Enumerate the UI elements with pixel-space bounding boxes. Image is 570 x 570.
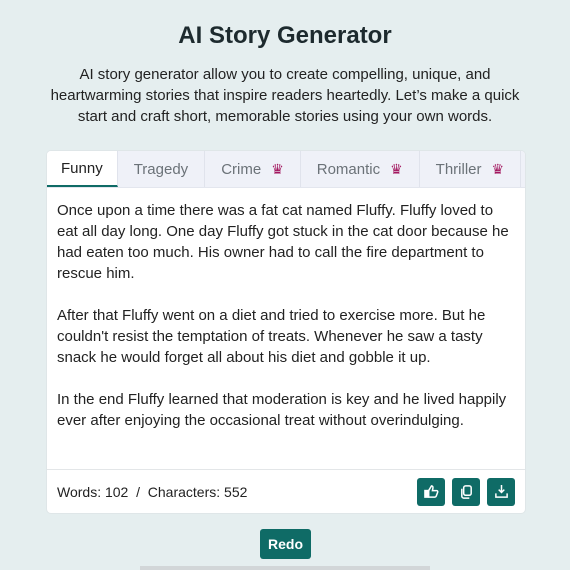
word-count: Words: 102 / Characters: 552 [57,483,248,500]
tab-funny[interactable]: Funny [47,151,118,187]
tab-label: Thriller [435,160,482,178]
copy-button[interactable] [452,477,480,506]
crown-icon: ♛ [390,160,403,177]
tab-romantic[interactable]: Romantic ♛ [301,151,420,187]
tab-label: Crime [221,160,262,178]
tab-more[interactable]: D [521,151,525,187]
crown-icon: ♛ [491,160,505,177]
page-title: AI Story Generator [178,22,392,49]
story-paragraph: In the end Fluffy learned that moderatio… [57,391,507,429]
tab-crime[interactable]: Crime ♛ [205,151,301,187]
story-footer: Words: 102 / Characters: 552 [47,469,525,513]
genre-tabs: Funny Tragedy Crime ♛ Romantic ♛ Thriller ♛… [47,151,525,188]
horizontal-scrollbar[interactable] [140,566,430,570]
thumbs-up-icon [423,485,439,498]
copy-icon [460,485,472,499]
download-button[interactable] [487,477,515,506]
tab-label: Romantic [316,160,381,178]
tab-label: Funny [61,159,103,177]
tab-tragedy[interactable]: Tragedy [118,151,206,187]
story-text[interactable]: Once upon a time there was a fat cat nam… [47,188,525,471]
tab-thriller[interactable]: Thriller ♛ [420,151,522,187]
download-icon [494,484,508,498]
redo-button[interactable]: Redo [260,529,311,559]
story-paragraph: Once upon a time there was a fat cat nam… [57,202,509,282]
crown-icon: ♛ [271,160,284,177]
tab-label: Tragedy [133,160,189,178]
story-card: Funny Tragedy Crime ♛ Romantic ♛ Thriller ♛… [46,150,526,514]
page-subtitle: AI story generator allow you to create c… [50,66,520,125]
like-button[interactable] [417,477,445,506]
story-paragraph: After that Fluffy went on a diet and tri… [57,307,486,366]
